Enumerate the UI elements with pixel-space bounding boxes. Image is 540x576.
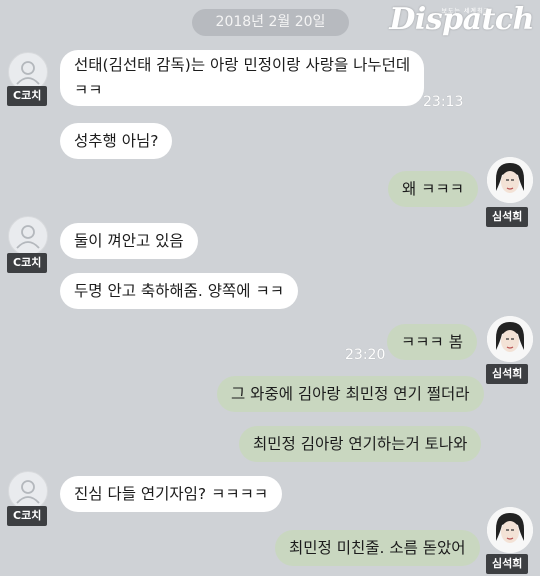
message-text: 선태(김선태 감독)는 아랑 민정이랑 사랑을 나누던데	[74, 56, 411, 74]
message-text: ㅋㅋ	[74, 81, 103, 99]
message-bubble-8[interactable]: 최민정 김아랑 연기하는거 토나와	[239, 426, 482, 462]
message-bubble-4[interactable]: 둘이 껴안고 있음	[60, 223, 198, 259]
message-time: 23:13	[423, 94, 464, 110]
coach-avatar-icon[interactable]	[8, 216, 48, 256]
message-bubble-1[interactable]: 선태(김선태 감독)는 아랑 민정이랑 사랑을 나누던데 ㅋㅋ	[60, 50, 425, 106]
date-divider: 2018년 2월 20일	[192, 9, 349, 36]
coach-name-tag: C코치	[7, 253, 48, 273]
coach-name-tag: C코치	[7, 506, 48, 526]
message-bubble-9[interactable]: 진심 다들 연기자임? ㅋㅋㅋㅋ	[60, 476, 283, 512]
coach-avatar-icon[interactable]	[8, 471, 48, 511]
message-time: 23:20	[345, 347, 386, 363]
message-bubble-7[interactable]: 그 와중에 김아랑 최민정 연기 쩔더라	[217, 376, 484, 412]
watermark-logo: Dispatch	[389, 2, 534, 37]
message-bubble-2[interactable]: 성추행 아님?	[60, 123, 173, 159]
message-bubble-3[interactable]: 왜 ㅋㅋㅋ	[388, 171, 478, 207]
me-avatar-photo[interactable]	[487, 507, 533, 553]
me-name-tag: 심석희	[486, 364, 529, 384]
message-bubble-6[interactable]: ㅋㅋㅋ 봄	[387, 324, 477, 360]
me-name-tag: 심석희	[486, 554, 529, 574]
message-bubble-10[interactable]: 최민정 미친줄. 소름 돋았어	[275, 530, 480, 566]
message-bubble-5[interactable]: 두명 안고 축하해줌. 양쪽에 ㅋㅋ	[60, 273, 299, 309]
me-avatar-photo[interactable]	[487, 157, 533, 203]
me-name-tag: 심석희	[486, 207, 529, 227]
me-avatar-photo[interactable]	[487, 316, 533, 362]
coach-name-tag: C코치	[7, 86, 48, 106]
